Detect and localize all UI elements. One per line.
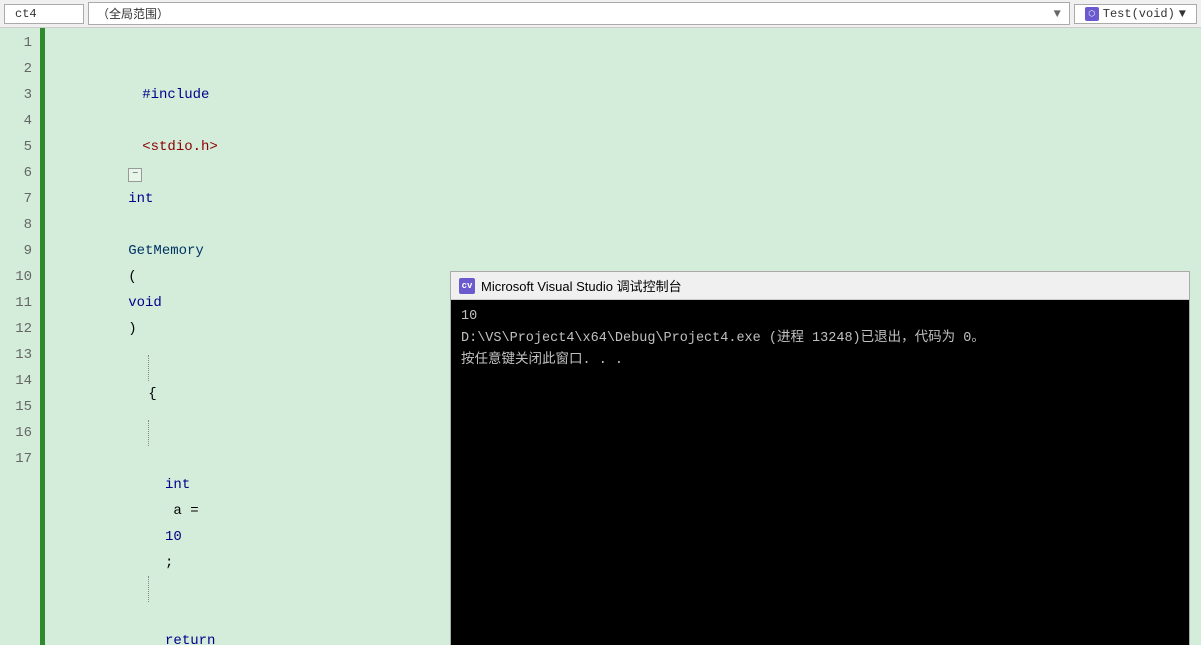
scope-dropdown[interactable]: （全局范围） ▼ — [88, 2, 1070, 25]
console-output-hint: 按任意键关闭此窗口. . . — [461, 350, 1179, 372]
scope-label: （全局范围） — [97, 5, 169, 22]
function-label: Test(void) — [1103, 7, 1175, 21]
line-numbers: 1 2 3 4 5 6 7 8 9 10 11 12 13 14 15 16 1… — [0, 28, 40, 645]
console-title-text: Microsoft Visual Studio 调试控制台 — [481, 276, 682, 295]
code-line-2: − int GetMemory ( void ) — [55, 238, 1201, 264]
file-tab-label: ct4 — [15, 7, 37, 21]
file-tab[interactable]: ct4 — [4, 4, 84, 24]
console-app-icon: cv — [459, 278, 475, 294]
code-area: 1 2 3 4 5 6 7 8 9 10 11 12 13 14 15 16 1… — [0, 28, 1201, 645]
console-body: 10 D:\VS\Project4\x64\Debug\Project4.exe… — [451, 300, 1189, 643]
console-window: cv Microsoft Visual Studio 调试控制台 10 D:\V… — [450, 271, 1190, 645]
code-line-1: #include <stdio.h> — [55, 108, 1201, 134]
console-output-path: D:\VS\Project4\x64\Debug\Project4.exe (进… — [461, 328, 1179, 350]
collapse-icon-2[interactable]: − — [128, 168, 142, 182]
scope-dropdown-arrow: ▼ — [1054, 7, 1061, 21]
function-dropdown-arrow: ▼ — [1179, 7, 1186, 21]
console-output-number: 10 — [461, 306, 1179, 328]
function-selector[interactable]: ⬡ Test(void) ▼ — [1074, 4, 1197, 24]
top-bar: ct4 （全局范围） ▼ ⬡ Test(void) ▼ — [0, 0, 1201, 28]
function-icon: ⬡ — [1085, 7, 1099, 21]
console-title-bar: cv Microsoft Visual Studio 调试控制台 — [451, 272, 1189, 300]
